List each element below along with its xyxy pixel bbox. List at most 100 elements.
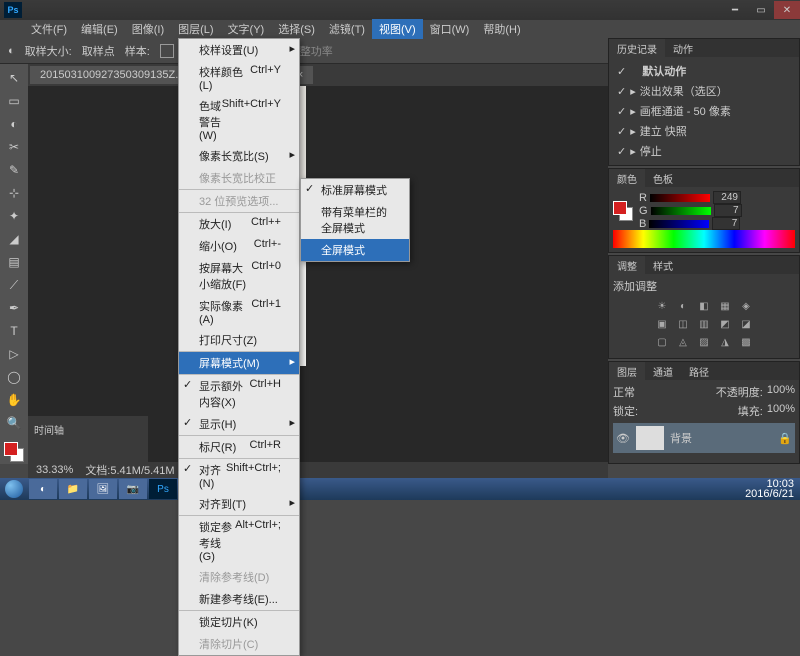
- system-tray[interactable]: 10:03 2016/6/21: [739, 479, 800, 499]
- tool[interactable]: ▭: [3, 91, 25, 111]
- menu-item[interactable]: 像素长宽比(S)▸: [179, 145, 299, 167]
- menu-item[interactable]: 按屏幕大小缩放(F)Ctrl+0: [179, 257, 299, 295]
- menu-item[interactable]: ✓标准屏幕模式: [301, 179, 409, 201]
- tool[interactable]: T: [3, 321, 25, 341]
- menu-item[interactable]: 全屏模式: [301, 239, 409, 261]
- spectrum[interactable]: [613, 230, 795, 248]
- menu-item[interactable]: 校样颜色(L)Ctrl+Y: [179, 61, 299, 95]
- taskbar-ps[interactable]: Ps: [149, 479, 177, 499]
- menu-3[interactable]: 图层(L): [171, 19, 220, 39]
- g-slider[interactable]: [651, 207, 711, 215]
- adj-icon[interactable]: ◧: [695, 298, 713, 314]
- blend-mode[interactable]: 正常: [613, 384, 635, 400]
- tab-layers[interactable]: 图层: [609, 362, 645, 381]
- tool[interactable]: ✋: [3, 390, 25, 410]
- adj-icon[interactable]: ◩: [716, 316, 734, 332]
- menu-item[interactable]: 新建参考线(E)...: [179, 588, 299, 610]
- eye-icon[interactable]: 👁: [616, 432, 630, 445]
- menu-4[interactable]: 文字(Y): [221, 19, 272, 39]
- tool[interactable]: ✦: [3, 206, 25, 226]
- menu-7[interactable]: 视图(V): [372, 19, 423, 39]
- menu-item[interactable]: 缩小(O)Ctrl+-: [179, 235, 299, 257]
- b-slider[interactable]: [649, 220, 709, 228]
- adj-icon[interactable]: ◬: [674, 334, 692, 350]
- sample-swatch[interactable]: [160, 44, 174, 58]
- history-item[interactable]: ✓▸淡出效果（选区）: [613, 81, 795, 101]
- tab-actions[interactable]: 动作: [665, 39, 701, 58]
- tool[interactable]: ◐: [3, 114, 25, 134]
- menu-item[interactable]: ✓显示额外内容(X)Ctrl+H: [179, 374, 299, 413]
- tool[interactable]: ✎: [3, 160, 25, 180]
- min-button[interactable]: ━: [722, 1, 748, 19]
- menu-item[interactable]: 屏幕模式(M)▸: [179, 351, 299, 374]
- tool[interactable]: ▷: [3, 344, 25, 364]
- taskbar-icon[interactable]: 📷: [119, 479, 147, 499]
- menu-2[interactable]: 图像(I): [125, 19, 171, 39]
- tool[interactable]: ↖: [3, 68, 25, 88]
- menu-6[interactable]: 滤镜(T): [322, 19, 372, 39]
- adj-icon[interactable]: ▢: [653, 334, 671, 350]
- adj-icon[interactable]: ◈: [737, 298, 755, 314]
- layer-name[interactable]: 背景: [670, 430, 692, 446]
- menu-item[interactable]: 实际像素(A)Ctrl+1: [179, 295, 299, 329]
- tab-color[interactable]: 颜色: [609, 169, 645, 188]
- menu-item[interactable]: ✓显示(H)▸: [179, 413, 299, 435]
- b-input[interactable]: [712, 217, 740, 230]
- restore-button[interactable]: ▭: [748, 1, 774, 19]
- menu-item[interactable]: 打印尺寸(Z): [179, 329, 299, 351]
- g-input[interactable]: [714, 204, 742, 217]
- adj-icon[interactable]: ◐: [674, 298, 692, 314]
- history-item[interactable]: ✓▸建立 快照: [613, 121, 795, 141]
- menu-9[interactable]: 帮助(H): [476, 19, 527, 39]
- tab-styles[interactable]: 样式: [645, 256, 681, 275]
- menu-item[interactable]: 锁定切片(K): [179, 610, 299, 633]
- fill-val[interactable]: 100%: [767, 403, 795, 419]
- adj-icon[interactable]: ◮: [716, 334, 734, 350]
- tab-paths[interactable]: 路径: [681, 362, 717, 381]
- taskbar-icon[interactable]: ◐: [29, 479, 57, 499]
- menu-item[interactable]: 锁定参考线(G)Alt+Ctrl+;: [179, 515, 299, 566]
- menu-5[interactable]: 选择(S): [271, 19, 322, 39]
- menu-item[interactable]: ✓对齐(N)Shift+Ctrl+;: [179, 458, 299, 493]
- adj-icon[interactable]: ▨: [695, 334, 713, 350]
- start-button[interactable]: [0, 478, 28, 500]
- taskbar-icon[interactable]: 📁: [59, 479, 87, 499]
- menu-1[interactable]: 编辑(E): [74, 19, 125, 39]
- adj-icon[interactable]: ▥: [695, 316, 713, 332]
- opt-val[interactable]: 取样点: [82, 43, 115, 59]
- taskbar-icon[interactable]: 🖼: [89, 479, 117, 499]
- r-input[interactable]: [713, 191, 741, 204]
- menu-item[interactable]: 校样设置(U)▸: [179, 39, 299, 61]
- tool[interactable]: ✒: [3, 298, 25, 318]
- adj-icon[interactable]: ◪: [737, 316, 755, 332]
- tool[interactable]: ⟋: [3, 275, 25, 295]
- layer-row[interactable]: 👁 背景 🔒: [613, 423, 795, 453]
- tab-channels[interactable]: 通道: [645, 362, 681, 381]
- tool[interactable]: ▤: [3, 252, 25, 272]
- adj-icon[interactable]: ▦: [716, 298, 734, 314]
- tool[interactable]: 🔍: [3, 413, 25, 433]
- menu-item[interactable]: 色域警告(W)Shift+Ctrl+Y: [179, 95, 299, 145]
- tab-swatches[interactable]: 色板: [645, 169, 681, 188]
- tool[interactable]: ◢: [3, 229, 25, 249]
- tab-adjust[interactable]: 调整: [609, 256, 645, 275]
- opacity-val[interactable]: 100%: [767, 384, 795, 400]
- adj-icon[interactable]: ☀: [653, 298, 671, 314]
- adj-icon[interactable]: ◫: [674, 316, 692, 332]
- menu-8[interactable]: 窗口(W): [423, 19, 477, 39]
- tool[interactable]: ⊹: [3, 183, 25, 203]
- zoom-value[interactable]: 33.33%: [36, 464, 73, 476]
- menu-item[interactable]: 放大(I)Ctrl++: [179, 212, 299, 235]
- layer-thumb[interactable]: [636, 426, 664, 450]
- color-swatch[interactable]: [4, 442, 24, 462]
- adj-icon[interactable]: ▣: [653, 316, 671, 332]
- menu-item[interactable]: 带有菜单栏的全屏模式: [301, 201, 409, 239]
- tab-history[interactable]: 历史记录: [609, 39, 665, 58]
- menu-0[interactable]: 文件(F): [24, 19, 74, 39]
- tool[interactable]: ◯: [3, 367, 25, 387]
- close-button[interactable]: ✕: [774, 1, 800, 19]
- history-item[interactable]: ✓▸画框通道 - 50 像素: [613, 101, 795, 121]
- history-item[interactable]: ✓▸停止: [613, 141, 795, 161]
- adj-icon[interactable]: ▩: [737, 334, 755, 350]
- tool[interactable]: ✂: [3, 137, 25, 157]
